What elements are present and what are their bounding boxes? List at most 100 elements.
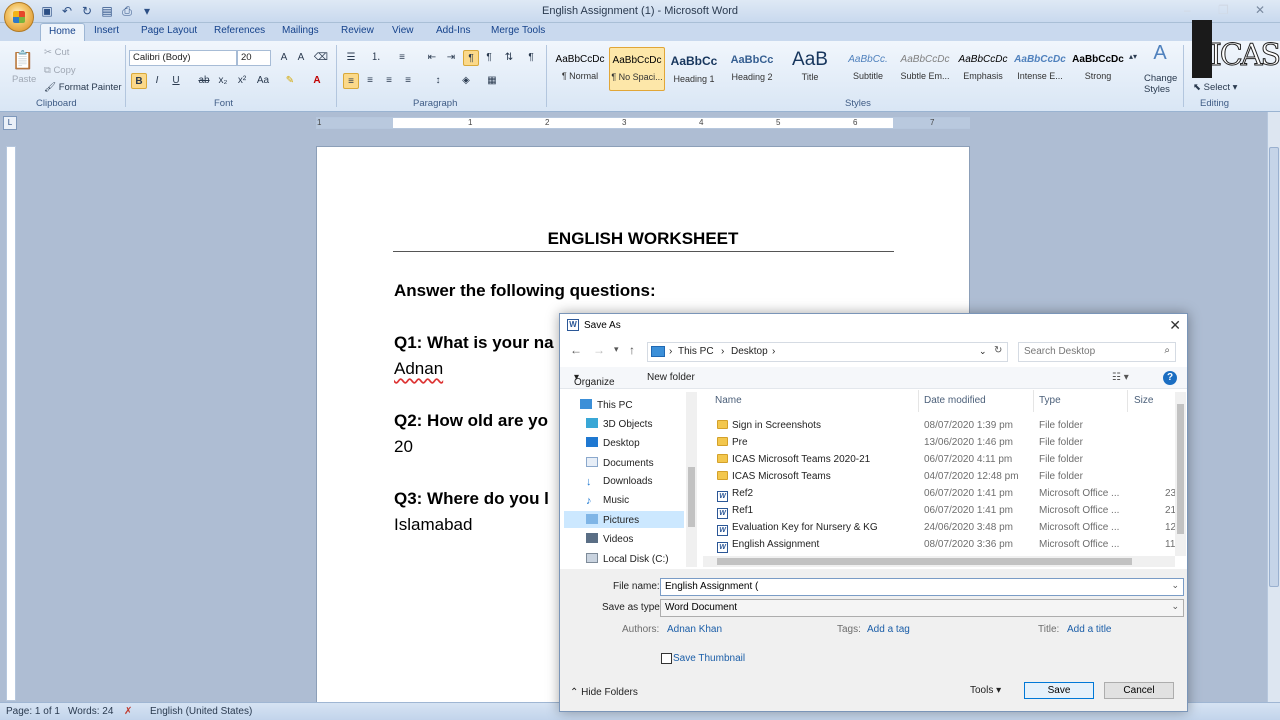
paste-icon[interactable]: 📋 — [10, 47, 36, 73]
new-folder-button[interactable]: New folder — [647, 372, 695, 383]
save-type-select[interactable]: Word Document ⌄ — [660, 599, 1184, 617]
office-button[interactable] — [4, 2, 34, 32]
column-name[interactable]: Name — [715, 395, 742, 406]
column-date-modified[interactable]: Date modified — [924, 395, 986, 406]
cut-button[interactable]: ✂ Cut — [44, 47, 69, 58]
file-row[interactable]: Pre 13/06/2020 1:46 pm File folder — [703, 435, 1173, 452]
tab-selector[interactable]: L — [3, 116, 17, 130]
ltr-icon[interactable]: ¶ — [481, 50, 497, 66]
organize-button[interactable]: Organize ▾ — [574, 372, 615, 388]
tab-mailings[interactable]: Mailings — [282, 25, 319, 36]
tab-view[interactable]: View — [392, 25, 414, 36]
restore-icon[interactable]: ❐ — [1218, 3, 1229, 17]
tab-add-ins[interactable]: Add-Ins — [436, 25, 470, 36]
file-name-input[interactable]: English Assignment ( ⌄ — [660, 578, 1184, 596]
address-bar[interactable]: › This PC › Desktop › ⌄ ↻ — [647, 342, 1008, 362]
scroll-thumb[interactable] — [1269, 147, 1279, 587]
status-words[interactable]: Words: 24 — [68, 706, 113, 717]
bold-icon[interactable]: B — [131, 73, 147, 89]
style-intense-emphasis[interactable]: AaBbCcDc Intense E... — [1012, 47, 1068, 91]
back-icon[interactable]: ← — [570, 343, 582, 357]
shading-icon[interactable]: ◈ — [458, 73, 474, 89]
column-size[interactable]: Size — [1134, 395, 1153, 406]
chevron-down-icon[interactable]: ⌄ — [1171, 580, 1179, 591]
hide-folders-button[interactable]: ⌃ Hide Folders — [570, 687, 638, 698]
copy-button[interactable]: ⧉ Copy — [44, 65, 76, 76]
file-list-scrollbar[interactable] — [1175, 392, 1186, 556]
clear-format-icon[interactable]: ⌫ — [313, 50, 329, 66]
superscript-icon[interactable]: x² — [234, 73, 250, 89]
file-row[interactable]: W Ref2 06/07/2020 1:41 pm Microsoft Office … — [703, 486, 1176, 503]
decrease-indent-icon[interactable]: ⇤ — [424, 50, 440, 66]
tab-page-layout[interactable]: Page Layout — [141, 25, 197, 36]
tab-references[interactable]: References — [214, 25, 265, 36]
increase-indent-icon[interactable]: ⇥ — [443, 50, 459, 66]
style-heading-1[interactable]: AaBbCc Heading 1 — [666, 47, 722, 91]
nav-item-pictures[interactable]: Pictures — [586, 514, 639, 526]
align-center-icon[interactable]: ≡ — [362, 73, 378, 89]
change-case-icon[interactable]: Aa — [255, 73, 271, 89]
italic-icon[interactable]: I — [149, 73, 165, 89]
sort-icon[interactable]: ⇅ — [501, 50, 517, 66]
nav-item-music[interactable]: ♪ Music — [586, 495, 629, 507]
forward-icon[interactable]: → — [593, 343, 605, 357]
up-icon[interactable]: ↑ — [629, 343, 635, 357]
multilevel-list-icon[interactable]: ≡ — [394, 50, 410, 66]
style-no-spacing[interactable]: AaBbCcDc ¶ No Spaci... — [609, 47, 665, 91]
font-size-combo[interactable]: 20 — [237, 50, 271, 66]
scroll-thumb[interactable] — [1177, 404, 1184, 534]
bullets-icon[interactable]: ☰ — [343, 50, 359, 66]
justify-icon[interactable]: ≡ — [400, 73, 416, 89]
file-row[interactable]: Sign in Screenshots 08/07/2020 1:39 pm Fil… — [703, 418, 1173, 435]
borders-icon[interactable]: ▦ — [484, 73, 500, 89]
show-marks-icon[interactable]: ¶ — [523, 50, 539, 66]
save-button[interactable]: Save — [1024, 682, 1094, 699]
proofing-icon[interactable]: ✗ — [124, 706, 132, 717]
style-subtle-emphasis[interactable]: AaBbCcDc Subtle Em... — [897, 47, 953, 91]
font-color-icon[interactable]: A — [309, 73, 325, 89]
column-type[interactable]: Type — [1039, 395, 1061, 406]
cancel-button[interactable]: Cancel — [1104, 682, 1174, 699]
align-right-icon[interactable]: ≡ — [381, 73, 397, 89]
underline-icon[interactable]: U — [168, 73, 184, 89]
search-input[interactable]: Search Desktop ⌕ — [1018, 342, 1176, 362]
authors-field[interactable]: Adnan Khan — [667, 624, 722, 635]
nav-item-local-disk[interactable]: Local Disk (C:) — [586, 553, 669, 565]
styles-scroll-icon[interactable]: ▴▾ — [1128, 49, 1138, 65]
change-styles-icon[interactable]: A — [1150, 43, 1170, 65]
nav-item-downloads[interactable]: ↓ Downloads — [586, 476, 652, 488]
rtl-icon[interactable]: ¶ — [463, 50, 479, 66]
tags-field[interactable]: Add a tag — [867, 624, 910, 635]
subscript-icon[interactable]: x₂ — [215, 73, 231, 89]
horizontal-ruler[interactable]: 1 1 2 3 4 5 6 7 — [316, 117, 970, 129]
line-spacing-icon[interactable]: ↕ — [430, 73, 446, 89]
tools-button[interactable]: Tools ▾ — [970, 685, 1001, 696]
recent-locations-icon[interactable]: ▾ — [614, 344, 619, 355]
style-title[interactable]: AaB Title — [782, 47, 838, 91]
help-icon[interactable]: ? — [1163, 371, 1177, 385]
paste-button[interactable]: Paste — [12, 74, 36, 85]
tab-merge-tools[interactable]: Merge Tools — [491, 25, 545, 36]
vertical-ruler[interactable] — [6, 146, 16, 701]
nav-item-this-pc[interactable]: This PC — [580, 399, 633, 411]
minimize-icon[interactable]: – — [1184, 3, 1191, 17]
style-normal[interactable]: AaBbCcDc ¶ Normal — [552, 47, 608, 91]
close-icon[interactable]: ✕ — [1169, 317, 1181, 334]
file-row[interactable]: ICAS Microsoft Teams 04/07/2020 12:48 pm F… — [703, 469, 1173, 486]
grow-font-icon[interactable]: A — [276, 50, 292, 66]
file-row[interactable]: W English Assignment 08/07/2020 3:36 pm Mic… — [703, 537, 1175, 554]
highlight-icon[interactable]: ✎ — [282, 73, 298, 89]
nav-item-desktop[interactable]: Desktop — [586, 437, 640, 449]
scroll-thumb[interactable] — [688, 467, 695, 527]
nav-item-3d-objects[interactable]: 3D Objects — [586, 418, 652, 430]
document-scrollbar[interactable] — [1267, 112, 1280, 702]
align-left-icon[interactable]: ≡ — [343, 73, 359, 89]
file-row[interactable]: W Evaluation Key for Nursery & KG 24/06/20… — [703, 520, 1176, 537]
status-language[interactable]: English (United States) — [150, 706, 252, 717]
nav-item-documents[interactable]: Documents — [586, 457, 654, 469]
breadcrumb-desktop[interactable]: Desktop — [731, 346, 768, 357]
scroll-thumb[interactable] — [717, 558, 1132, 565]
status-page[interactable]: Page: 1 of 1 — [6, 706, 60, 717]
shrink-font-icon[interactable]: A — [293, 50, 309, 66]
style-heading-2[interactable]: AaBbCc Heading 2 — [724, 47, 780, 91]
